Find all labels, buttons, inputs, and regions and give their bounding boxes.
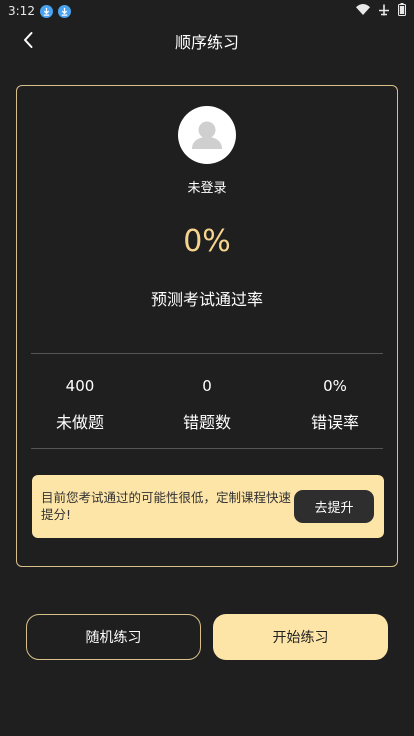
page-title: 顺序练习: [174, 33, 239, 52]
stat-value: 400: [65, 377, 95, 395]
stat-label: 未做题: [55, 413, 104, 432]
promo-banner: 目前您考试通过的可能性很低，定制课程快速提分! 去提升: [32, 475, 384, 538]
stat-value: 0: [202, 377, 212, 395]
wifi-icon: [356, 4, 370, 18]
avatar[interactable]: [178, 106, 236, 164]
stat-wrong-count: 0 错题数: [147, 376, 267, 433]
summary-card: 未登录 0% 预测考试通过率 400 未做题 0 错题数 0% 错误率 目前您考…: [16, 85, 398, 567]
stat-value: 0%: [323, 377, 347, 395]
login-status[interactable]: 未登录: [17, 177, 397, 196]
stat-label: 错误率: [310, 413, 359, 432]
status-right: [356, 3, 406, 19]
nav-bar: 顺序练习: [0, 22, 414, 60]
random-practice-button[interactable]: 随机练习: [26, 614, 201, 660]
divider: [31, 353, 383, 354]
chevron-left-icon: [24, 32, 33, 48]
stat-error-rate: 0% 错误率: [275, 376, 395, 433]
back-button[interactable]: [14, 26, 42, 54]
download-notification-icon: [39, 4, 53, 18]
stat-label: 错题数: [182, 413, 231, 432]
stat-unanswered: 400 未做题: [20, 376, 140, 433]
user-placeholder-icon: [192, 121, 222, 149]
pass-rate-value: 0%: [183, 224, 231, 259]
download-notification-icon: [57, 4, 71, 18]
status-left: 3:12: [8, 4, 71, 18]
battery-icon: [398, 3, 406, 19]
improve-button[interactable]: 去提升: [294, 490, 374, 523]
status-time: 3:12: [8, 4, 35, 18]
promo-text: 目前您考试通过的可能性很低，定制课程快速提分!: [41, 490, 292, 522]
divider: [31, 448, 383, 449]
airplane-mode-icon: [378, 4, 390, 19]
status-bar: 3:12: [0, 0, 414, 22]
pass-rate-label: 预测考试通过率: [150, 290, 263, 309]
start-practice-button[interactable]: 开始练习: [213, 614, 388, 660]
